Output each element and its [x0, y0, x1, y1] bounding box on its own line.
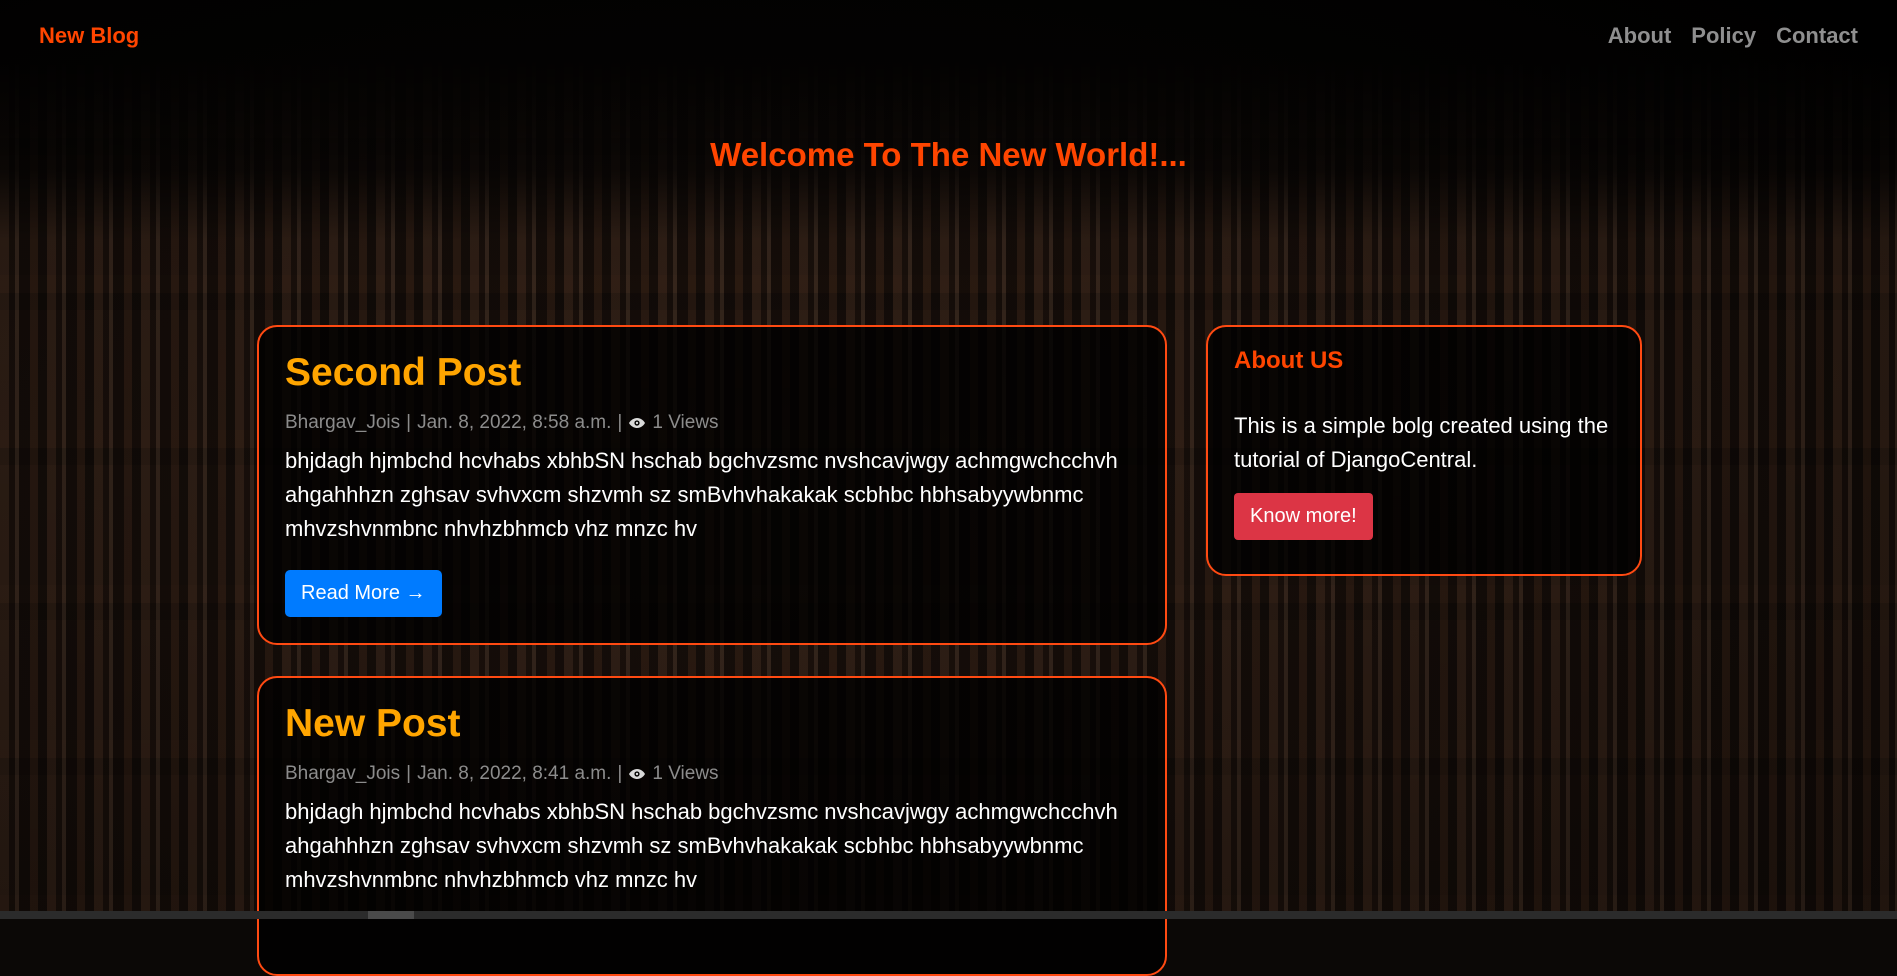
scrollbar-thumb[interactable]	[368, 911, 414, 919]
post-meta: Bhargav_Jois | Jan. 8, 2022, 8:58 a.m. |…	[285, 412, 1139, 434]
post-card: New Post Bhargav_Jois | Jan. 8, 2022, 8:…	[257, 676, 1167, 976]
about-text: This is a simple bolg created using the …	[1234, 413, 1609, 472]
about-card: About US This is a simple bolg created u…	[1206, 325, 1642, 576]
meta-separator: |	[406, 763, 412, 784]
nav-links: About Policy Contact	[1608, 23, 1858, 49]
know-more-button[interactable]: Know more!	[1234, 493, 1373, 540]
post-author: Bhargav_Jois	[285, 763, 401, 784]
post-date: Jan. 8, 2022, 8:58 a.m.	[417, 412, 612, 433]
read-more-button[interactable]: Read More →	[285, 570, 442, 617]
post-title[interactable]: Second Post	[285, 353, 1139, 392]
meta-separator: |	[617, 412, 623, 433]
navbar: New Blog About Policy Contact	[0, 0, 1897, 72]
meta-separator: |	[617, 763, 623, 784]
nav-link-about[interactable]: About	[1608, 23, 1672, 49]
post-excerpt: bhjdagh hjmbchd hcvhabs xbhbSN hschab bg…	[285, 448, 1118, 541]
post-views: 1 Views	[652, 412, 719, 433]
post-title[interactable]: New Post	[285, 704, 1139, 743]
post-date: Jan. 8, 2022, 8:41 a.m.	[417, 763, 612, 784]
nav-link-contact[interactable]: Contact	[1776, 23, 1858, 49]
page-title: Welcome To The New World!...	[710, 136, 1187, 174]
about-title: About US	[1234, 347, 1344, 374]
meta-separator: |	[406, 412, 412, 433]
brand-link[interactable]: New Blog	[39, 23, 139, 49]
post-meta: Bhargav_Jois | Jan. 8, 2022, 8:41 a.m. |…	[285, 763, 1139, 785]
post-views: 1 Views	[652, 763, 719, 784]
horizontal-scrollbar[interactable]	[0, 911, 1897, 919]
eye-icon	[628, 768, 646, 780]
post-card: Second Post Bhargav_Jois | Jan. 8, 2022,…	[257, 325, 1167, 645]
eye-icon	[628, 417, 646, 429]
nav-link-policy[interactable]: Policy	[1691, 23, 1756, 49]
post-author: Bhargav_Jois	[285, 412, 401, 433]
post-excerpt: bhjdagh hjmbchd hcvhabs xbhbSN hschab bg…	[285, 799, 1118, 892]
